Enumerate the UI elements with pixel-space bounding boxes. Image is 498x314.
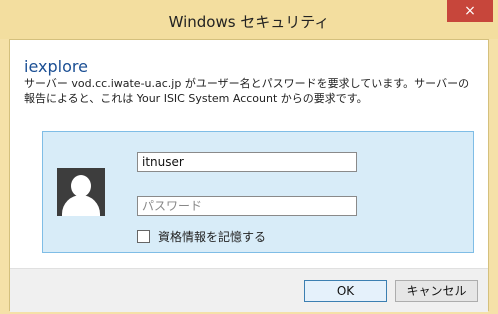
avatar-body [62,195,100,216]
credential-tile[interactable]: 資格情報を記憶する [42,131,474,253]
close-icon: × [464,3,476,19]
remember-label[interactable]: 資格情報を記憶する [158,228,266,245]
app-name: iexplore [24,57,88,76]
ok-button[interactable]: OK [304,280,387,302]
close-button[interactable]: × [447,0,493,22]
avatar-head [71,175,91,197]
security-dialog-window: Windows セキュリティ × iexplore サーバー vod.cc.iw… [0,0,498,314]
auth-message: サーバー vod.cc.iwate-u.ac.jp がユーザー名とパスワードを要… [24,77,470,105]
window-title: Windows セキュリティ [168,13,330,31]
password-input[interactable] [137,196,357,216]
cancel-button[interactable]: キャンセル [395,280,478,302]
title-bar[interactable]: Windows セキュリティ × [0,0,498,39]
user-avatar-icon [57,168,105,216]
dialog-body: iexplore サーバー vod.cc.iwate-u.ac.jp がユーザー… [9,39,489,312]
remember-checkbox[interactable] [137,230,150,243]
username-input[interactable] [137,152,357,172]
button-bar: OK キャンセル [10,268,488,312]
